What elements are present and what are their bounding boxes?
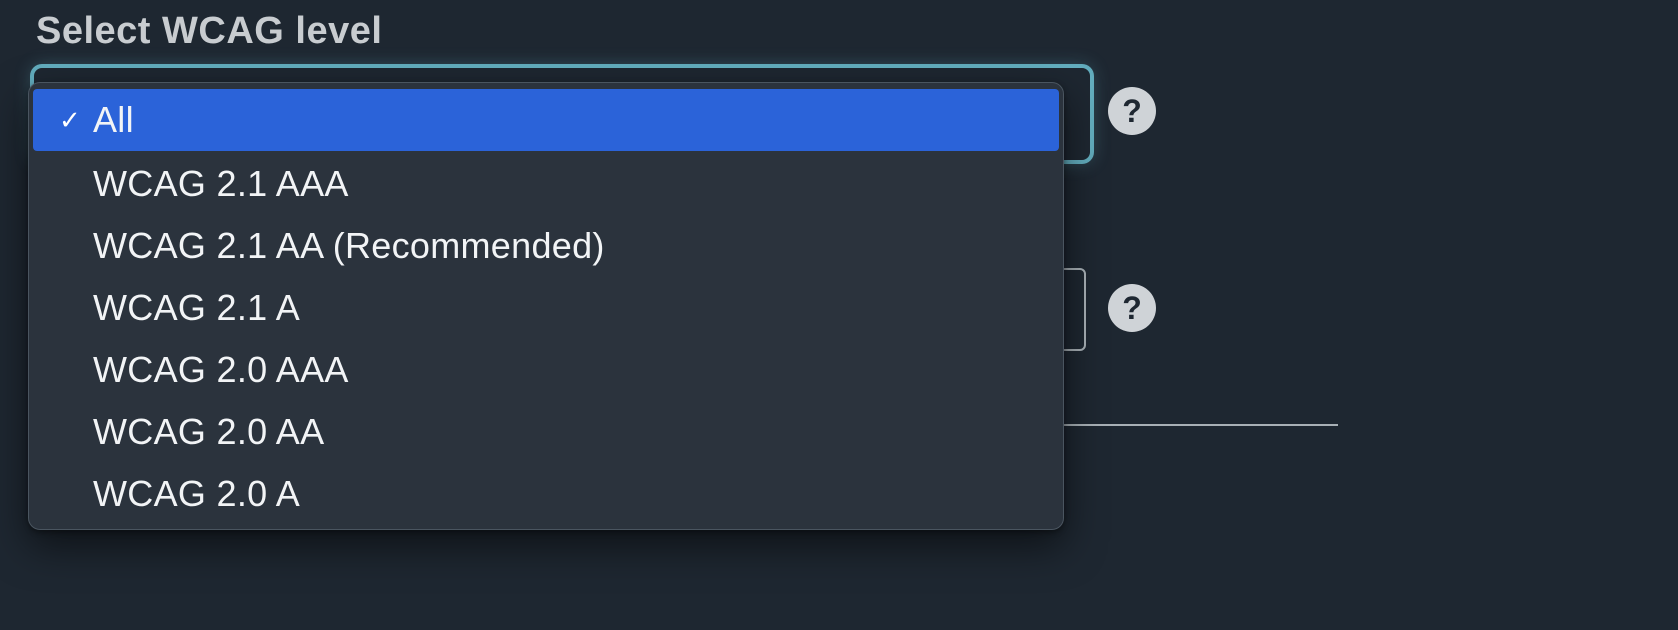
option-wcag21-aaa[interactable]: WCAG 2.1 AAA <box>29 153 1063 215</box>
option-wcag20-aa[interactable]: WCAG 2.0 AA <box>29 401 1063 463</box>
option-all[interactable]: ✓ All <box>33 89 1059 151</box>
option-label: WCAG 2.1 AA (Recommended) <box>93 225 605 267</box>
help-icon[interactable]: ? <box>1108 87 1156 135</box>
question-mark-icon: ? <box>1122 290 1142 327</box>
option-wcag20-aaa[interactable]: WCAG 2.0 AAA <box>29 339 1063 401</box>
option-wcag21-aa-recommended[interactable]: WCAG 2.1 AA (Recommended) <box>29 215 1063 277</box>
help-icon[interactable]: ? <box>1108 284 1156 332</box>
option-label: WCAG 2.0 AAA <box>93 349 349 391</box>
wcag-level-label: Select WCAG level <box>36 10 382 53</box>
checkmark-icon: ✓ <box>59 107 81 133</box>
option-label: WCAG 2.0 A <box>93 473 300 515</box>
option-label: WCAG 2.1 A <box>93 287 300 329</box>
question-mark-icon: ? <box>1122 93 1142 130</box>
wcag-level-dropdown[interactable]: ✓ All WCAG 2.1 AAA WCAG 2.1 AA (Recommen… <box>28 82 1064 530</box>
option-label: All <box>93 99 134 141</box>
option-wcag21-a[interactable]: WCAG 2.1 A <box>29 277 1063 339</box>
option-wcag20-a[interactable]: WCAG 2.0 A <box>29 463 1063 525</box>
option-label: WCAG 2.1 AAA <box>93 163 349 205</box>
option-label: WCAG 2.0 AA <box>93 411 324 453</box>
